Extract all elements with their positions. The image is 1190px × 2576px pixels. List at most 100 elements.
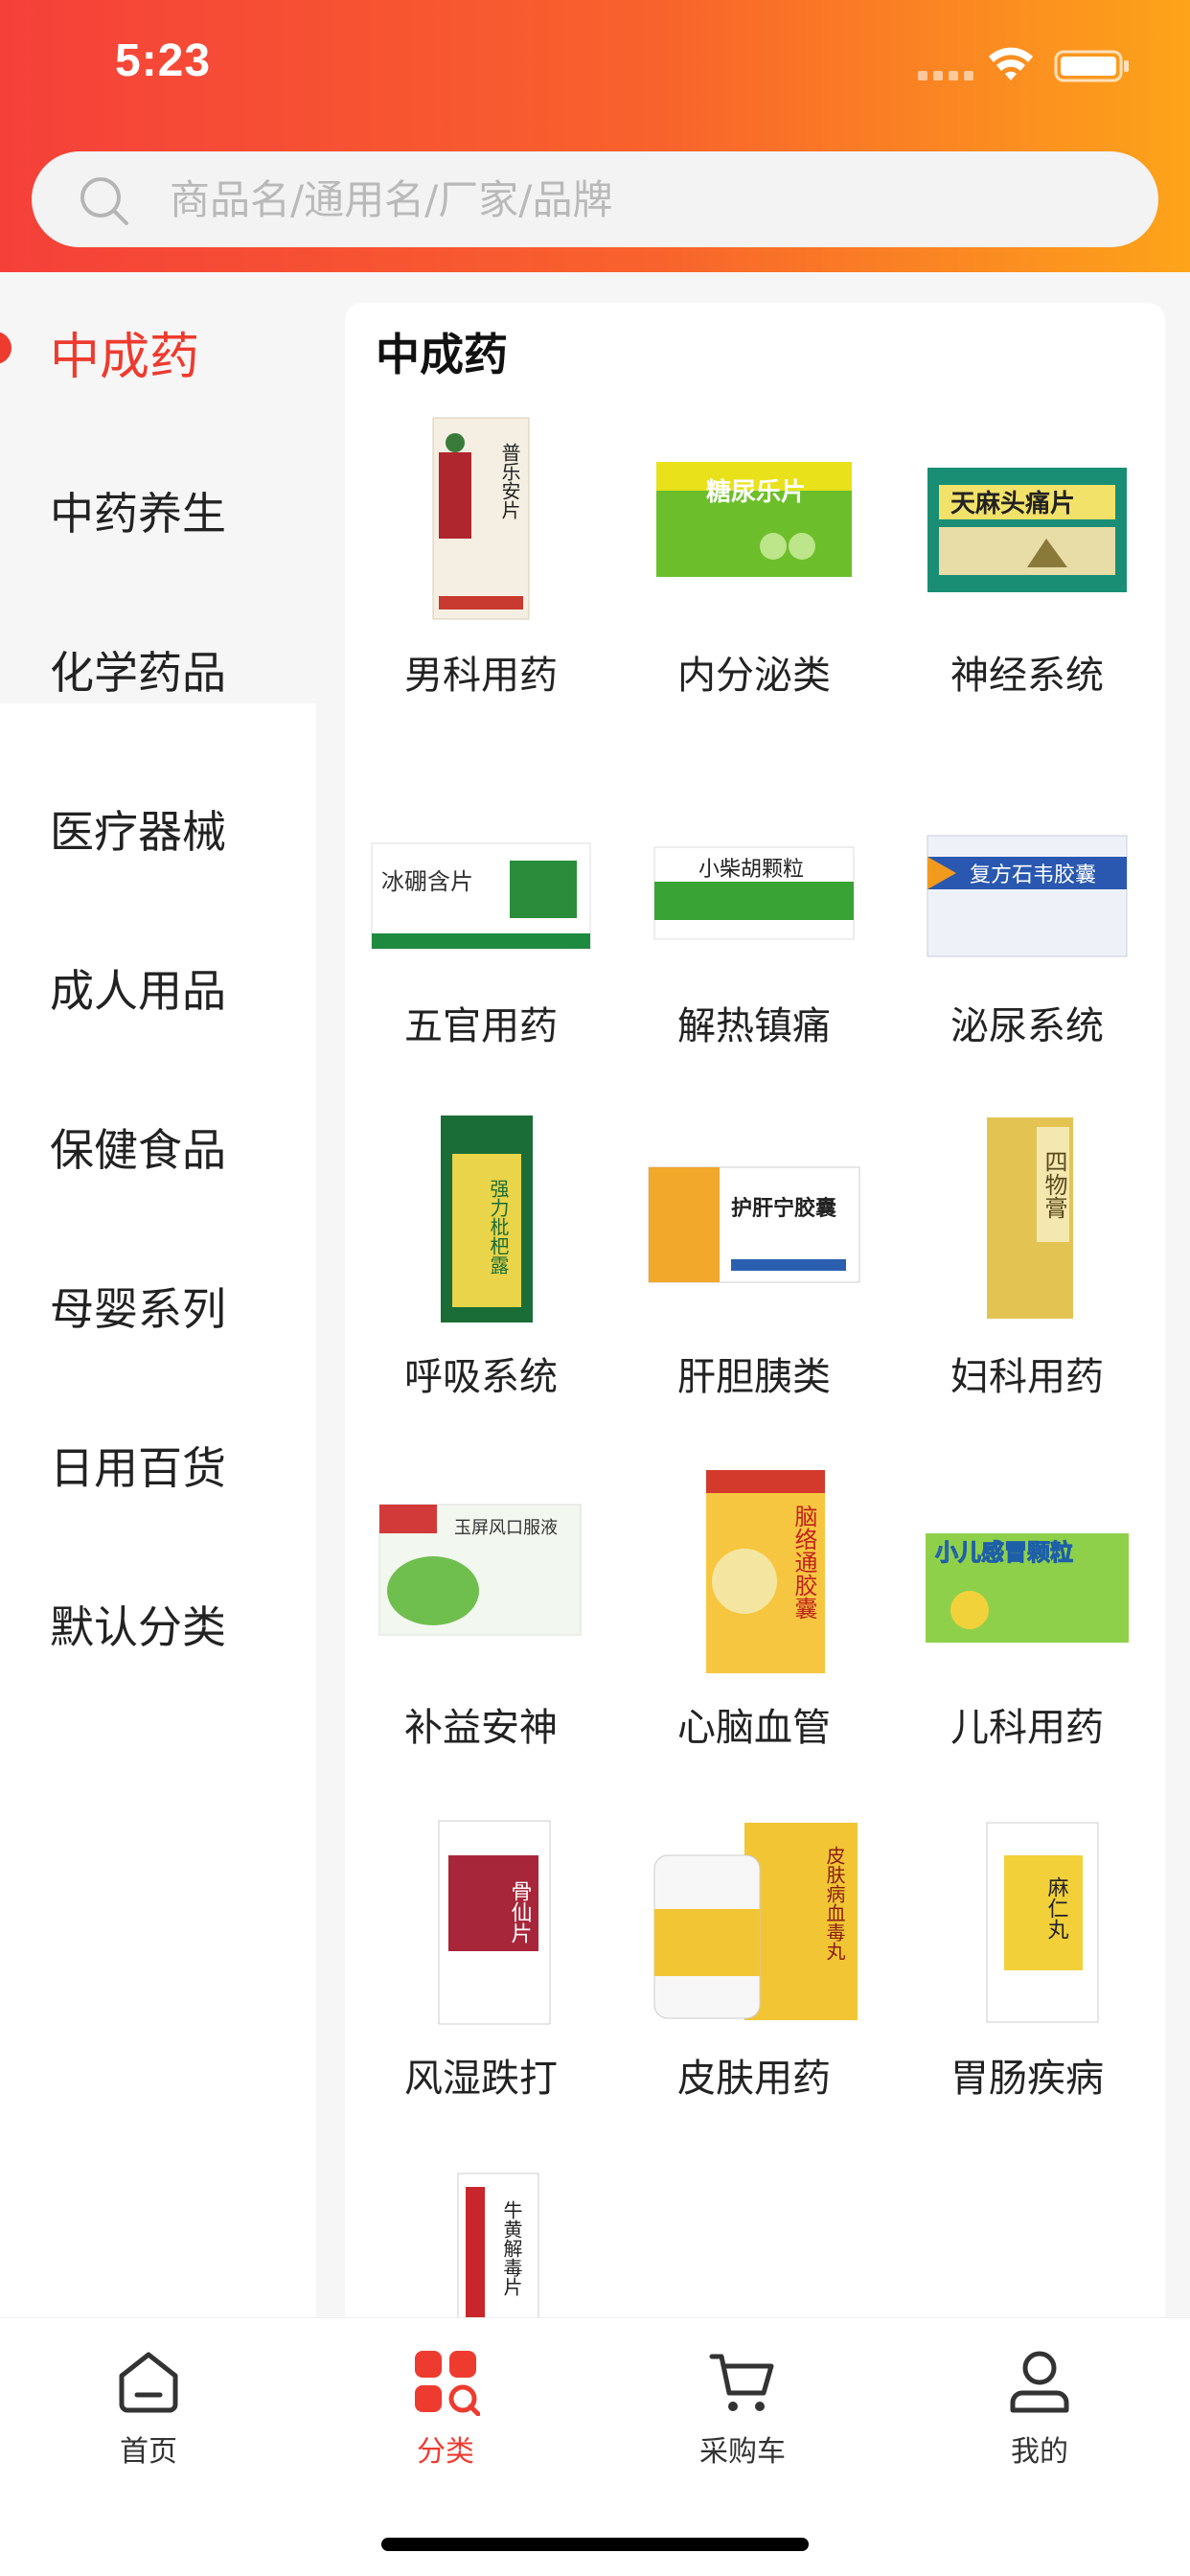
sidebar-item-label: 保健食品: [50, 1124, 226, 1176]
subcategory-item-gandan[interactable]: 护肝宁胶囊 肝胆胰类: [618, 1116, 890, 1432]
subcategory-label: 心脑血管: [677, 1706, 831, 1750]
product-image-text: 四物膏: [1041, 1150, 1067, 1219]
subcategory-item-erke[interactable]: 小儿感冒颗粒 儿科用药: [891, 1466, 1163, 1782]
subcategory-item-fuke[interactable]: 四物膏 妇科用药: [891, 1116, 1163, 1432]
subcategory-item-pifu[interactable]: 皮肤病血毒丸 皮肤用药: [618, 1817, 890, 2133]
sidebar-item-label: 中药养生: [50, 488, 226, 540]
subcategory-item-miniao[interactable]: 复方石韦胶囊 泌尿系统: [891, 765, 1163, 1081]
battery-icon: [1054, 50, 1129, 82]
tab-category[interactable]: 分类: [297, 2347, 594, 2481]
subcategory-label: 补益安神: [404, 1706, 558, 1750]
sidebar-item-label: 化学药品: [50, 647, 226, 699]
sidebar-item-label: 日用百货: [50, 1442, 226, 1494]
sidebar-item-riyongbaihuo[interactable]: 日用百货: [0, 1386, 316, 1545]
subcategory-panel: 中成药 普乐安片 男科用药 糖尿乐片 内分泌类 天麻头痛片 神经系统 冰硼含片 …: [345, 303, 1165, 2317]
sidebar-item-yiliaoqixie[interactable]: 医疗器械: [0, 749, 316, 908]
tab-home[interactable]: 首页: [0, 2347, 297, 2481]
product-image-text: 脑络通胶囊: [790, 1505, 817, 1620]
product-image-text: 复方石韦胶囊: [970, 863, 1096, 887]
product-image-text: 冰硼含片: [381, 868, 473, 895]
tab-cart[interactable]: 采购车: [594, 2347, 891, 2481]
subcategory-label: 内分泌类: [677, 654, 831, 698]
sidebar-item-baojianshipin[interactable]: 保健食品: [0, 1068, 316, 1227]
product-image-text: 骨仙片: [508, 1880, 533, 1944]
subcategory-label: 男科用药: [404, 654, 558, 698]
subcategory-label: 胃肠疾病: [950, 2057, 1104, 2101]
product-image-text: 牛黄解毒片: [500, 2200, 523, 2296]
sidebar-item-label: 中成药: [50, 328, 200, 386]
subcategory-item-fengshi[interactable]: 骨仙片 风湿跌打: [345, 1817, 617, 2133]
product-image: 复方石韦胶囊: [927, 835, 1128, 957]
subcategory-label: 皮肤用药: [677, 2057, 831, 2101]
product-image-text: 护肝宁胶囊: [731, 1196, 836, 1221]
product-image-text: 玉屏风口服液: [454, 1518, 558, 1538]
sidebar-item-morenfenlei[interactable]: 默认分类: [0, 1545, 316, 1704]
status-bar: 5:23: [0, 0, 1190, 134]
product-image: 小儿感冒颗粒: [926, 1505, 1129, 1643]
home-indicator: [381, 2538, 809, 2551]
product-image: 糖尿乐片: [656, 462, 852, 577]
tab-label: 首页: [120, 2435, 177, 2469]
wifi-icon: [989, 47, 1033, 80]
search-input[interactable]: [170, 151, 1128, 247]
subcategory-item-buyi[interactable]: 玉屏风口服液 补益安神: [345, 1466, 617, 1782]
tab-profile[interactable]: 我的: [891, 2347, 1188, 2481]
search-bar[interactable]: [32, 151, 1158, 247]
product-image: 普乐安片: [432, 417, 530, 620]
product-image: 骨仙片: [438, 1820, 551, 2025]
app-root: 5:23 中成药: [0, 0, 1190, 2576]
category-grid-icon: [415, 2351, 480, 2416]
product-image: 天麻头痛片: [927, 468, 1127, 592]
sidebar-item-zhongchengyao[interactable]: 中成药: [0, 272, 316, 431]
category-sidebar: 中成药 中药养生 化学药品 医疗器械 成人用品 保健食品 母婴系列 日用百货 默…: [0, 272, 316, 2576]
sidebar-item-label: 医疗器械: [50, 806, 226, 858]
active-indicator: [0, 332, 11, 364]
subcategory-item-xinnao[interactable]: 脑络通胶囊 心脑血管: [618, 1466, 890, 1782]
sidebar-item-muyingxilie[interactable]: 母婴系列: [0, 1227, 316, 1386]
panel-title: 中成药: [376, 329, 508, 380]
product-image-text: 糖尿乐片: [706, 477, 806, 507]
product-image-text: 皮肤病血毒丸: [823, 1846, 846, 1961]
subcategory-item-nanke[interactable]: 普乐安片 男科用药: [345, 414, 617, 730]
subcategory-label: 神经系统: [950, 654, 1104, 698]
product-image: 脑络通胶囊: [706, 1470, 825, 1673]
subcategory-label: 肝胆胰类: [677, 1355, 831, 1399]
subcategory-item-jiere[interactable]: 小柴胡颗粒 解热镇痛: [618, 765, 890, 1081]
subcategory-item-weichang[interactable]: 麻仁丸 胃肠疾病: [891, 1817, 1163, 2133]
cart-icon: [709, 2354, 774, 2411]
product-image: 小柴胡颗粒: [653, 846, 855, 940]
tab-label: 采购车: [699, 2435, 786, 2469]
subcategory-item-neifenmi[interactable]: 糖尿乐片 内分泌类: [618, 414, 890, 730]
sidebar-item-chengrenyongpin[interactable]: 成人用品: [0, 908, 316, 1068]
product-image-text: 天麻头痛片: [950, 489, 1075, 518]
tab-label: 分类: [417, 2435, 474, 2469]
subcategory-label: 泌尿系统: [950, 1004, 1104, 1048]
subcategory-item-partial[interactable]: 牛黄解毒片: [345, 2168, 617, 2317]
product-image: 四物膏: [987, 1117, 1073, 1319]
tab-label: 我的: [1011, 2435, 1068, 2469]
user-icon: [1010, 2351, 1069, 2413]
product-image: 强力枇杷露: [441, 1116, 533, 1322]
sidebar-item-zhongyaoyangsheng[interactable]: 中药养生: [0, 431, 316, 590]
subcategory-item-huxi[interactable]: 强力枇杷露 呼吸系统: [345, 1116, 617, 1432]
home-icon: [119, 2352, 178, 2413]
search-icon: [80, 177, 128, 225]
product-image-text: 麻仁丸: [1044, 1876, 1069, 1940]
subcategory-item-shenjing[interactable]: 天麻头痛片 神经系统: [891, 414, 1163, 730]
subcategory-label: 五官用药: [404, 1004, 558, 1048]
subcategory-label: 风湿跌打: [404, 2057, 558, 2101]
sidebar-item-label: 成人用品: [50, 965, 226, 1017]
subcategory-label: 呼吸系统: [404, 1355, 558, 1399]
subcategory-label: 解热镇痛: [677, 1004, 831, 1048]
product-image: 牛黄解毒片: [457, 2173, 539, 2317]
subcategory-label: 儿科用药: [950, 1706, 1104, 1750]
header: 5:23: [0, 0, 1190, 272]
product-image: 护肝宁胶囊: [648, 1166, 860, 1283]
product-image: 皮肤病血毒丸: [653, 1823, 858, 2020]
product-image-text: 小柴胡颗粒: [698, 858, 804, 882]
sidebar-item-huaxueyaopin[interactable]: 化学药品: [0, 590, 316, 749]
subcategory-item-wuguan[interactable]: 冰硼含片 五官用药: [345, 765, 617, 1081]
product-image: 冰硼含片: [371, 842, 591, 950]
product-image: 麻仁丸: [986, 1822, 1099, 2023]
signal-icon: [918, 71, 973, 80]
